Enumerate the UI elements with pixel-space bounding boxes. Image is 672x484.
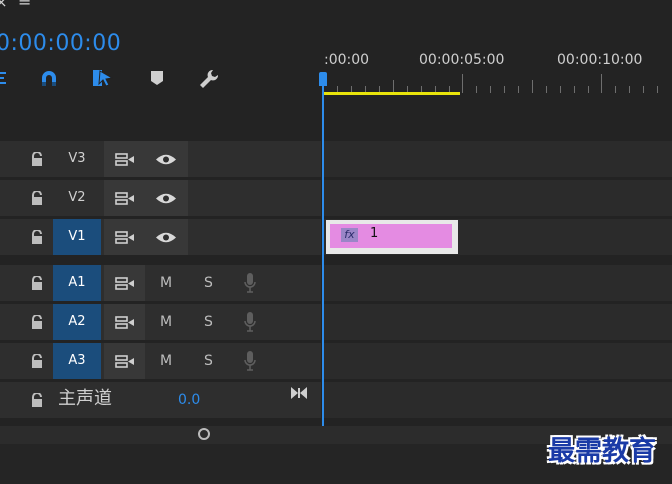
ruler-label-0: :00:00 — [324, 52, 370, 68]
track-area-v3[interactable] — [324, 141, 672, 177]
panel-menu: × ≡ — [0, 0, 40, 14]
track-area-a3[interactable] — [324, 343, 672, 379]
lock-icon[interactable] — [30, 315, 44, 329]
solo-button[interactable]: S — [204, 265, 213, 301]
track-area-a2[interactable] — [324, 304, 672, 340]
watermark-text: 最需教育 — [548, 436, 656, 467]
lock-icon[interactable] — [30, 393, 44, 407]
add-marker-icon[interactable] — [150, 70, 164, 86]
track-name-v3[interactable]: V3 — [53, 141, 101, 177]
timeline-panel: × ≡ 0:00:00:00 :00:00 00:00:05:00 00:00:… — [0, 0, 672, 484]
eye-icon[interactable] — [155, 192, 177, 205]
playhead-line[interactable] — [322, 78, 324, 426]
track-header-master — [0, 382, 321, 418]
track-area-v2[interactable] — [324, 180, 672, 216]
lock-icon[interactable] — [30, 230, 44, 244]
lock-icon[interactable] — [30, 276, 44, 290]
settings-wrench-icon[interactable] — [198, 68, 220, 90]
sync-lock-icon[interactable] — [115, 316, 135, 329]
sync-lock-icon[interactable] — [115, 231, 135, 244]
linked-selection-icon[interactable] — [92, 68, 114, 88]
lock-icon[interactable] — [30, 191, 44, 205]
work-area-bar[interactable] — [324, 92, 460, 95]
microphone-icon[interactable] — [244, 272, 256, 294]
mute-button[interactable]: M — [160, 343, 172, 379]
track-area-a1[interactable] — [324, 265, 672, 301]
clip-body[interactable]: fx 1 — [330, 224, 452, 248]
clip-name: 1 — [370, 226, 379, 241]
snap-magnet-icon[interactable] — [40, 69, 58, 87]
solo-button[interactable]: S — [204, 343, 213, 379]
ruler-label-5s: 00:00:05:00 — [419, 52, 505, 68]
track-name-a2[interactable]: A2 — [53, 304, 101, 340]
ruler-label-10s: 00:00:10:00 — [557, 52, 643, 68]
lock-icon[interactable] — [30, 152, 44, 166]
close-panel-icon[interactable]: × — [0, 0, 8, 10]
fx-badge-icon[interactable]: fx — [341, 228, 358, 242]
track-name-v1[interactable]: V1 — [53, 219, 101, 255]
playhead-timecode[interactable]: 0:00:00:00 — [0, 30, 121, 58]
sync-lock-icon[interactable] — [115, 153, 135, 166]
track-name-a1[interactable]: A1 — [53, 265, 101, 301]
track-name-v2[interactable]: V2 — [53, 180, 101, 216]
sync-lock-icon[interactable] — [115, 277, 135, 290]
ruler-ticks — [337, 74, 658, 93]
mute-button[interactable]: M — [160, 265, 172, 301]
microphone-icon[interactable] — [244, 311, 256, 333]
sync-lock-icon[interactable] — [115, 192, 135, 205]
solo-button[interactable]: S — [204, 304, 213, 340]
eye-icon[interactable] — [155, 153, 177, 166]
zoom-handle[interactable] — [198, 428, 210, 440]
lock-icon[interactable] — [30, 354, 44, 368]
track-name-a3[interactable]: A3 — [53, 343, 101, 379]
track-area-master[interactable] — [324, 382, 672, 418]
master-track-label: 主声道 — [58, 388, 112, 409]
video-clip[interactable]: fx 1 — [326, 220, 458, 254]
playhead-handle[interactable] — [319, 72, 327, 86]
sync-lock-icon[interactable] — [115, 355, 135, 368]
microphone-icon[interactable] — [244, 350, 256, 372]
master-volume-value[interactable]: 0.0 — [178, 391, 200, 409]
mute-button[interactable]: M — [160, 304, 172, 340]
collapse-track-icon[interactable] — [290, 386, 308, 400]
nest-icon[interactable] — [0, 70, 8, 86]
eye-icon[interactable] — [155, 231, 177, 244]
panel-menu-icon[interactable]: ≡ — [18, 0, 31, 9]
